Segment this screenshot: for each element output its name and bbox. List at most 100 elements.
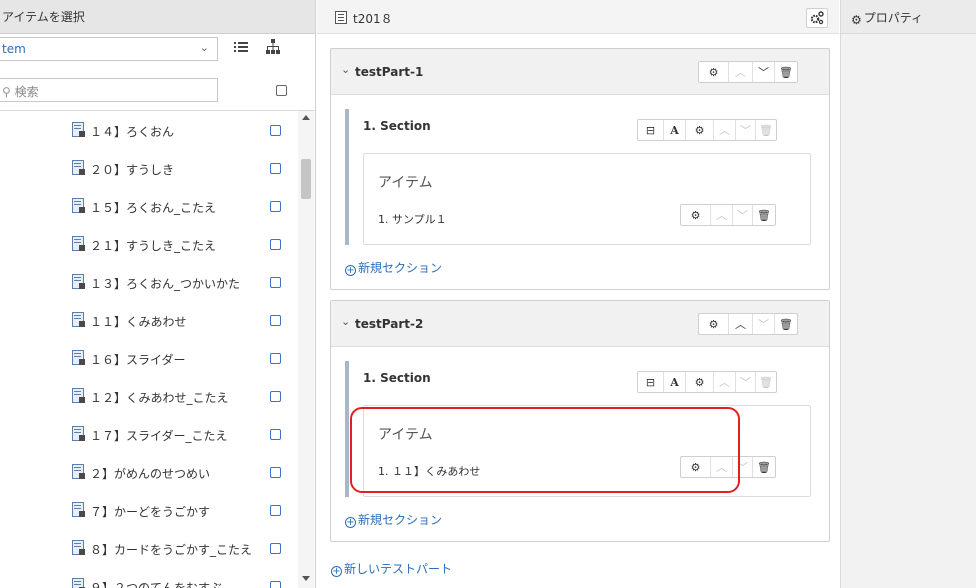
properties-header: ⚙ プロパティ (841, 0, 976, 34)
move-down-button[interactable]: ﹀ (753, 62, 775, 82)
select-all-checkbox[interactable] (276, 85, 287, 96)
delete-button[interactable]: 🗑 (775, 62, 797, 82)
chevron-down-icon[interactable]: ⌄ (341, 63, 350, 76)
part-actions: ⚙ ︿ ﹀ 🗑 (698, 61, 798, 83)
list-item[interactable]: ２】がめんのせつめい (0, 453, 296, 492)
test-part-header: ⌄ testPart-1 ⚙ ︿ ﹀ 🗑 (331, 49, 829, 95)
item-ref-label[interactable]: 1. サンプル１ (378, 211, 447, 227)
test-header: t201８ (317, 0, 839, 34)
add-section-link[interactable]: + 新規セクション (345, 511, 442, 528)
item-type-select[interactable]: tem ⌄ (0, 37, 218, 61)
move-up-button[interactable]: ︿ (714, 372, 736, 392)
list-item[interactable]: １６】スライダー (0, 339, 296, 378)
panel-title-select-item: アイテムを選択 (0, 0, 315, 34)
item-checkbox[interactable] (270, 429, 281, 440)
move-down-button[interactable]: ﹀ (736, 372, 756, 392)
scrollbar-thumb[interactable] (301, 159, 311, 199)
gears-icon: ⚙ (851, 13, 862, 27)
list-item-label: ２０】すうしき (90, 163, 175, 177)
item-document-icon (72, 540, 85, 555)
delete-button[interactable]: 🗑 (775, 314, 797, 334)
delete-button[interactable]: 🗑 (756, 120, 776, 140)
item-selection-panel: アイテムを選択 tem ⌄ ⚲ 検索 １４】ろくおん ２０】すうしき １５】ろくおん… (0, 0, 316, 588)
trash-icon: 🗑 (779, 65, 793, 79)
list-item[interactable]: ２０】すうしき (0, 149, 296, 188)
list-item-label: １４】ろくおん (90, 125, 175, 139)
list-item[interactable]: １２】くみあわせ_こたえ (0, 377, 296, 416)
item-document-icon (72, 274, 85, 289)
list-item[interactable]: ２１】すうしき_こたえ (0, 225, 296, 264)
move-up-button[interactable]: ︿ (711, 205, 733, 225)
list-item-label: １７】スライダー_こたえ (90, 429, 228, 443)
item-checkbox[interactable] (270, 391, 281, 402)
list-item[interactable]: ７】かーどをうごかす (0, 491, 296, 530)
delete-button[interactable]: 🗑 (753, 205, 775, 225)
item-checkbox[interactable] (270, 467, 281, 478)
part-settings-button[interactable]: ⚙ (699, 314, 729, 334)
part-actions: ⚙ ︿ ﹀ 🗑 (698, 313, 798, 335)
item-checkbox[interactable] (270, 315, 281, 326)
item-document-icon (72, 160, 85, 175)
rubric-button[interactable]: A (664, 120, 686, 140)
section-title: 1. Section (363, 119, 431, 133)
add-test-part-label: 新しいテストパート (344, 562, 453, 576)
item-checkbox[interactable] (270, 353, 281, 364)
move-up-button[interactable]: ︿ (729, 314, 753, 334)
move-down-button[interactable]: ﹀ (753, 314, 775, 334)
chevron-down-icon: ⌄ (199, 41, 209, 54)
list-item-label: １５】ろくおん_こたえ (90, 201, 217, 215)
item-checkbox[interactable] (270, 505, 281, 516)
list-item[interactable]: １７】スライダー_こたえ (0, 415, 296, 454)
delete-button[interactable]: 🗑 (753, 457, 775, 477)
properties-panel: ⚙ プロパティ (840, 0, 976, 588)
add-test-part-link[interactable]: + 新しいテストパート (331, 560, 452, 577)
list-item[interactable]: １１】くみあわせ (0, 301, 296, 340)
item-document-icon (72, 388, 85, 403)
move-down-button[interactable]: ﹀ (733, 205, 753, 225)
item-checkbox[interactable] (270, 239, 281, 250)
item-checkbox[interactable] (270, 277, 281, 288)
insert-section-button[interactable]: ⊟ (638, 120, 664, 140)
section-actions: ⊟ A ⚙ ︿ ﹀ 🗑 (637, 371, 777, 393)
scroll-up-icon[interactable] (302, 115, 310, 120)
list-item[interactable]: ９】２つのてんをむすぶ (0, 567, 296, 588)
move-up-button[interactable]: ︿ (729, 62, 753, 82)
item-checkbox[interactable] (270, 581, 281, 588)
list-item[interactable]: １３】ろくおん_つかいかた (0, 263, 296, 302)
item-checkbox[interactable] (270, 125, 281, 136)
list-item-label: １１】くみあわせ (90, 315, 187, 329)
move-down-button[interactable]: ﹀ (736, 120, 756, 140)
move-up-button[interactable]: ︿ (714, 120, 736, 140)
list-item-label: ９】２つのてんをむすぶ (90, 581, 222, 588)
list-item-label: ８】カードをうごかす_こたえ (90, 543, 253, 557)
item-checkbox[interactable] (270, 201, 281, 212)
item-checkbox[interactable] (270, 163, 281, 174)
add-section-link[interactable]: + 新規セクション (345, 259, 442, 276)
section-settings-button[interactable]: ⚙ (686, 120, 714, 140)
list-item[interactable]: ８】カードをうごかす_こたえ (0, 529, 296, 568)
list-item[interactable]: １４】ろくおん (0, 111, 296, 150)
scroll-down-icon[interactable] (302, 576, 310, 581)
list-item[interactable]: １５】ろくおん_こたえ (0, 187, 296, 226)
delete-button[interactable]: 🗑 (756, 372, 776, 392)
test-editor-panel: t201８ ⌄ testPart-1 ⚙ ︿ ﹀ 🗑 1. Section ⊟ … (317, 0, 839, 588)
item-document-icon (72, 426, 85, 441)
chevron-down-icon[interactable]: ⌄ (341, 315, 350, 328)
item-document-icon (72, 198, 85, 213)
search-input[interactable]: ⚲ 検索 (0, 78, 218, 102)
tree-view-icon[interactable] (266, 39, 280, 55)
section-title: 1. Section (363, 371, 431, 385)
item-settings-button[interactable]: ⚙ (681, 205, 711, 225)
list-view-icon[interactable] (234, 40, 248, 54)
item-document-icon (72, 464, 85, 479)
test-settings-button[interactable] (806, 8, 828, 28)
test-title: t201８ (353, 12, 393, 26)
items-title: アイテム (378, 175, 433, 191)
item-document-icon (72, 502, 85, 517)
rubric-button[interactable]: A (664, 372, 686, 392)
section-settings-button[interactable]: ⚙ (686, 372, 714, 392)
item-checkbox[interactable] (270, 543, 281, 554)
insert-section-button[interactable]: ⊟ (638, 372, 664, 392)
part-settings-button[interactable]: ⚙ (699, 62, 729, 82)
list-scrollbar[interactable] (298, 111, 314, 588)
